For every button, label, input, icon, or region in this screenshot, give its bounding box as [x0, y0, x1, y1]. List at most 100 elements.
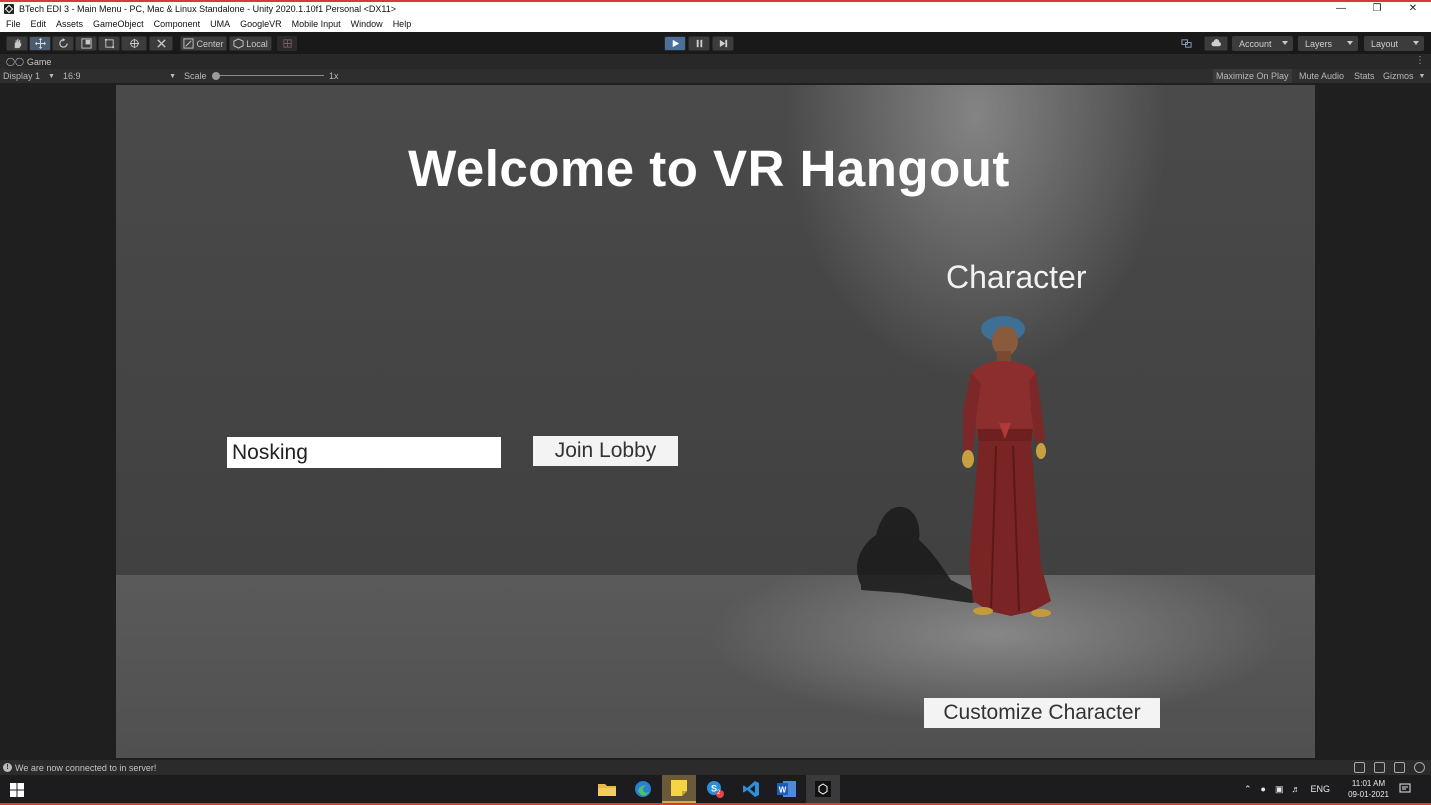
layers-label: Layers	[1305, 38, 1333, 49]
info-icon: !	[3, 763, 12, 772]
mute-audio-toggle[interactable]: Mute Audio	[1296, 69, 1347, 83]
maximize-on-play-toggle[interactable]: Maximize On Play	[1213, 69, 1292, 83]
menu-gameobject[interactable]: GameObject	[93, 19, 144, 29]
check-icon[interactable]	[1414, 762, 1425, 773]
chevron-down-icon: ▼	[48, 72, 55, 80]
scale-label: Scale	[184, 71, 207, 81]
scene-floor	[116, 575, 1315, 758]
hand-tool-icon[interactable]	[6, 36, 28, 51]
menu-mobile-input[interactable]: Mobile Input	[292, 19, 341, 29]
game-view-toolbar: Display 1 ▼ 16:9 ▼ Scale 1x Maximize On …	[0, 69, 1431, 83]
chevron-down-icon: ▼	[1418, 72, 1426, 80]
menu-help[interactable]: Help	[393, 19, 412, 29]
layers-dropdown[interactable]: Layers	[1298, 36, 1358, 51]
close-icon[interactable]: ✕	[1395, 0, 1431, 16]
word-icon[interactable]: W	[770, 775, 804, 803]
move-tool-icon[interactable]	[29, 36, 51, 51]
menu-file[interactable]: File	[6, 19, 21, 29]
player-name-input[interactable]	[227, 437, 501, 468]
scale-slider-handle[interactable]	[212, 72, 220, 80]
clock[interactable]: 11:01 AM 09-01-2021	[1348, 778, 1389, 800]
chevron-down-icon	[1282, 41, 1288, 45]
game-tab-bar: ◯◯ Game ⋮	[0, 54, 1431, 69]
game-viewport: Welcome to VR Hangout Character Join Lob…	[116, 85, 1315, 758]
join-lobby-button[interactable]: Join Lobby	[533, 436, 678, 466]
svg-text:W: W	[779, 786, 787, 795]
game-tab[interactable]: ◯◯ Game	[6, 57, 51, 67]
notifications-icon[interactable]	[1399, 775, 1411, 803]
game-tab-label: Game	[26, 56, 52, 67]
auto-generate-lighting-icon[interactable]	[1394, 762, 1405, 773]
bug-icon[interactable]	[1354, 762, 1365, 773]
pivot-center-toggle[interactable]: Center	[180, 36, 227, 51]
kebab-menu-icon[interactable]: ⋮	[1415, 55, 1425, 66]
menu-bar: File Edit Assets GameObject Component UM…	[0, 16, 1431, 32]
skype-icon[interactable]: S 2	[698, 775, 732, 803]
aspect-label: 16:9	[63, 71, 81, 81]
layout-dropdown[interactable]: Layout	[1364, 36, 1424, 51]
unity-icon[interactable]	[806, 775, 840, 803]
collab-icon[interactable]	[1175, 36, 1197, 51]
menu-assets[interactable]: Assets	[56, 19, 83, 29]
window-controls: — ❐ ✕	[1323, 0, 1431, 16]
layout-label: Layout	[1371, 38, 1399, 49]
console-status-bar[interactable]: ! We are now connected to in server!	[0, 760, 1431, 775]
clock-date: 09-01-2021	[1348, 790, 1389, 799]
step-button[interactable]	[712, 36, 734, 51]
game-view: Welcome to VR Hangout Character Join Lob…	[0, 83, 1431, 760]
chevron-up-icon[interactable]: ⌃	[1244, 784, 1252, 795]
vscode-icon[interactable]	[734, 775, 768, 803]
status-icons	[1354, 762, 1425, 773]
gizmos-toggle[interactable]: Gizmos ▼	[1380, 69, 1428, 83]
chevron-down-icon: ▼	[169, 72, 176, 80]
edge-icon[interactable]	[626, 775, 660, 803]
restore-icon[interactable]: ❐	[1359, 0, 1395, 16]
menu-googlevr[interactable]: GoogleVR	[240, 19, 282, 29]
windows-start-icon[interactable]	[10, 783, 24, 797]
system-tray: ⌃ ● ▣ ♬ ENG	[1244, 775, 1330, 803]
clock-time: 11:01 AM	[1351, 779, 1386, 788]
menu-component[interactable]: Component	[154, 19, 201, 29]
custom-tools-icon[interactable]	[149, 36, 173, 51]
language-indicator[interactable]: ENG	[1311, 784, 1331, 794]
pivot-label: Center	[196, 38, 224, 49]
sticky-notes-icon[interactable]	[662, 775, 696, 803]
customize-character-button[interactable]: Customize Character	[924, 698, 1160, 728]
windows-taskbar: S 2 W ⌃ ● ▣ ♬ ENG 11:01 AM 09-01-2021	[0, 775, 1431, 805]
window-title: BTech EDI 3 - Main Menu - PC, Mac & Linu…	[19, 4, 397, 14]
minimize-icon[interactable]: —	[1323, 0, 1359, 16]
menu-window[interactable]: Window	[351, 19, 383, 29]
pivot-space-toggle[interactable]: Local	[229, 36, 272, 51]
scale-tool-icon[interactable]	[75, 36, 97, 51]
display-dropdown[interactable]: Display 1 ▼	[3, 70, 58, 82]
transform-tool-icon[interactable]	[121, 36, 147, 51]
scale-slider[interactable]	[212, 70, 327, 82]
file-explorer-icon[interactable]	[590, 775, 624, 803]
stack-icon[interactable]	[1374, 762, 1385, 773]
microphone-icon[interactable]: ●	[1261, 784, 1266, 794]
space-label: Local	[246, 38, 268, 49]
chevron-down-icon	[1413, 41, 1419, 45]
play-button[interactable]	[664, 36, 686, 51]
account-dropdown[interactable]: Account	[1232, 36, 1293, 51]
character-heading: Character	[946, 259, 1087, 295]
skype-badge: 2	[717, 790, 721, 796]
character-model	[962, 316, 1051, 617]
rect-tool-icon[interactable]	[98, 36, 120, 51]
scale-value: 1x	[329, 71, 339, 81]
chevron-down-icon	[1347, 41, 1353, 45]
volume-icon[interactable]: ♬	[1292, 784, 1301, 794]
title-bar: BTech EDI 3 - Main Menu - PC, Mac & Linu…	[0, 0, 1431, 16]
menu-edit[interactable]: Edit	[31, 19, 47, 29]
display-label: Display 1	[3, 71, 41, 81]
unity-toolbar: Center Local Account Layers Layout	[0, 32, 1431, 54]
pause-button[interactable]	[688, 36, 710, 51]
stats-toggle[interactable]: Stats	[1351, 69, 1378, 83]
account-label: Account	[1239, 38, 1272, 49]
grid-snap-icon[interactable]	[277, 36, 297, 51]
rotate-tool-icon[interactable]	[52, 36, 74, 51]
menu-uma[interactable]: UMA	[210, 19, 230, 29]
cloud-icon[interactable]	[1204, 36, 1228, 51]
network-icon[interactable]: ▣	[1275, 784, 1284, 795]
aspect-dropdown[interactable]: 16:9 ▼	[63, 70, 178, 82]
